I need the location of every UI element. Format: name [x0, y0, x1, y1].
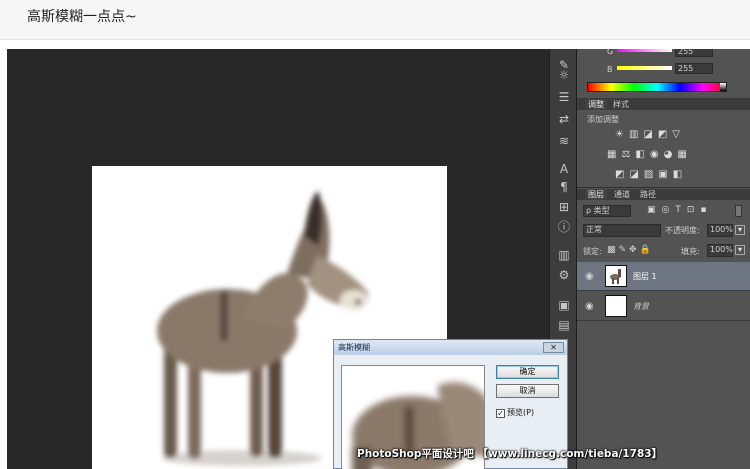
info-icon[interactable]: ⓘ	[556, 219, 572, 235]
opacity-label: 不透明度:	[665, 226, 700, 235]
adjustment-icons-row-1[interactable]: ☀▥◪◩▽	[615, 129, 705, 141]
exposure-icon[interactable]: ⇄	[556, 111, 572, 127]
opacity-dropdown-arrow[interactable]: ▾	[735, 225, 745, 235]
fill-dropdown-arrow[interactable]: ▾	[735, 245, 745, 255]
preview-checkbox-label: 预览(P)	[507, 408, 535, 417]
lock-label: 锁定:	[583, 247, 602, 256]
adjustment-icons-row-2[interactable]: ▦⚖◧◉◕▦	[607, 149, 717, 161]
adjustment-icons-row-3[interactable]: ◩◪▨▣◧	[615, 169, 715, 181]
visibility-eye-icon[interactable]: ◉	[585, 301, 594, 312]
layer-filter-select[interactable]: ρ 类型	[583, 205, 631, 217]
add-adjustment-label: 添加调整	[587, 115, 619, 124]
opacity-field[interactable]: 100%	[707, 224, 733, 237]
g-value-field[interactable]: 255	[675, 49, 713, 57]
layers-panel: 图层 通道 路径 ρ 类型 ▣◎T⊡▪ 正常 不透明度: 100% ▾ 锁定: …	[577, 189, 750, 469]
layer-name[interactable]: 图层 1	[633, 271, 657, 282]
layer-row-background[interactable]: ◉ 背景	[577, 292, 750, 321]
fill-label: 填充:	[681, 247, 700, 256]
properties-icon[interactable]: ⚙	[556, 267, 572, 283]
curves-icon[interactable]: ☰	[556, 89, 572, 105]
g-channel-label: G	[607, 49, 614, 56]
layer-row-layer1[interactable]: ◉ 图层 1	[577, 262, 750, 291]
tab-layers[interactable]: 图层	[585, 189, 607, 200]
layer-comps-icon[interactable]: ▣	[556, 297, 572, 313]
photoshop-window: ✎ ☼ ☰ ⇄ ≋ A ¶ ⊞ ⓘ ▥ ⚙ ▣ ▤ G 255 B 255 调整	[7, 49, 750, 469]
notes-icon[interactable]: ▤	[556, 317, 572, 333]
visibility-eye-icon[interactable]: ◉	[585, 271, 594, 282]
color-panel: G 255 B 255	[577, 49, 750, 99]
filter-toggle[interactable]	[735, 205, 742, 217]
preview-checkbox-row[interactable]: ✓ 预览(P)	[496, 407, 534, 418]
fill-field[interactable]: 100%	[707, 244, 733, 257]
color-spectrum-ramp[interactable]	[587, 82, 727, 92]
paragraph-icon[interactable]: ¶	[556, 179, 572, 195]
g-slider-track[interactable]	[617, 49, 672, 52]
adjust-brightness-icon[interactable]: ☼	[556, 67, 572, 83]
text-icon[interactable]: A	[556, 161, 572, 177]
b-channel-label: B	[607, 65, 613, 74]
background-thumbnail	[605, 295, 627, 317]
b-slider-track[interactable]	[617, 66, 672, 70]
post-caption: 高斯模糊一点点~	[27, 9, 137, 25]
ok-button[interactable]: 确定	[496, 365, 559, 379]
tab-adjustments[interactable]: 调整	[585, 99, 607, 110]
right-panels: G 255 B 255 调整 样式 添加调整 ☀▥◪◩▽ ▦⚖◧◉◕▦ ◩◪▨▣…	[577, 49, 750, 469]
tab-styles[interactable]: 样式	[610, 99, 632, 110]
tab-paths[interactable]: 路径	[637, 189, 659, 200]
brush-presets-icon[interactable]: ≋	[556, 133, 572, 149]
layer1-thumbnail	[605, 265, 627, 287]
dialog-title: 高斯模糊	[334, 340, 567, 355]
b-value-field[interactable]: 255	[675, 63, 713, 74]
watermark-text: PhotoShop平面设计吧 【www.linecg.com/tieba/178…	[357, 448, 663, 460]
layer-filter-icons[interactable]: ▣◎T⊡▪	[647, 205, 713, 215]
lock-icons[interactable]: ▩✎✥🔒	[607, 245, 654, 255]
cancel-button[interactable]: 取消	[496, 384, 559, 398]
post-caption-bar: 高斯模糊一点点~	[0, 0, 750, 40]
blend-mode-select[interactable]: 正常	[583, 224, 661, 237]
tab-channels[interactable]: 通道	[611, 189, 633, 200]
adjustments-panel: 调整 样式 添加调整 ☀▥◪◩▽ ▦⚖◧◉◕▦ ◩◪▨▣◧	[577, 99, 750, 188]
layer-name[interactable]: 背景	[633, 301, 649, 312]
checkbox-icon[interactable]: ✓	[496, 409, 505, 418]
histogram-icon[interactable]: ▥	[556, 247, 572, 263]
dialog-close-button[interactable]: ✕	[543, 342, 564, 353]
clone-source-icon[interactable]: ⊞	[556, 199, 572, 215]
